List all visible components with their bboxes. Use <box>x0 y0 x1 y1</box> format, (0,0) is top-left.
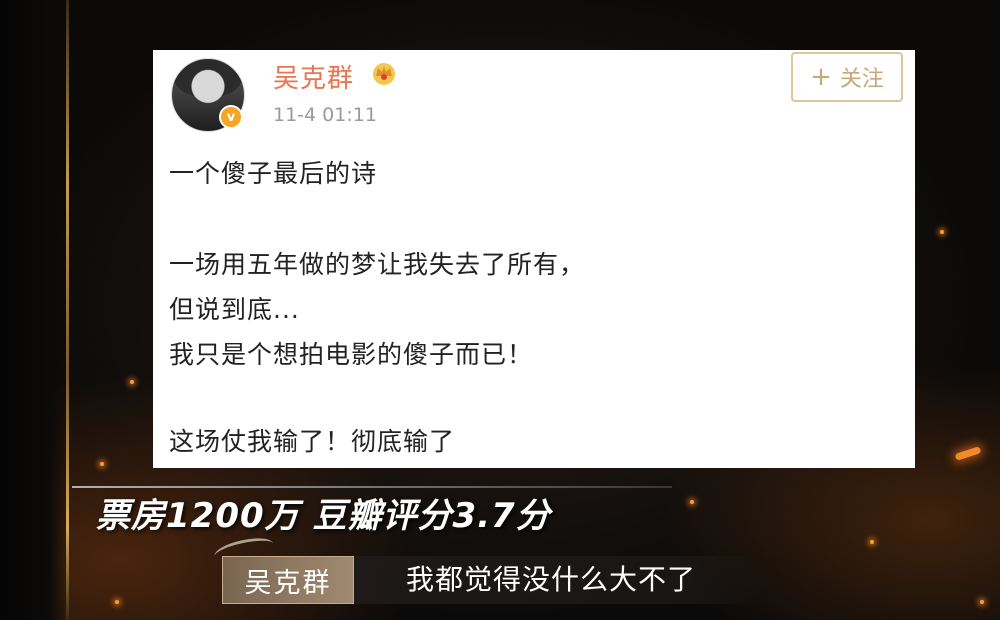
spark <box>100 462 104 466</box>
spark <box>870 540 874 544</box>
username[interactable]: 吴克群 <box>273 58 354 95</box>
post-timestamp: 11-4 01:11 <box>273 104 377 126</box>
left-dark-border <box>0 0 70 620</box>
plus-icon: + <box>810 62 832 92</box>
spark <box>940 230 944 234</box>
post-text-line: 但说到底... <box>169 295 300 324</box>
follow-button[interactable]: + 关注 <box>791 52 903 102</box>
speaker-name-tag: 吴克群 <box>222 556 354 604</box>
spark <box>690 500 694 504</box>
caption-headline: 票房1200万 豆瓣评分3.7分 <box>96 496 551 536</box>
post-text-line: 一个傻子最后的诗 <box>169 159 378 188</box>
weibo-post-card: v 吴克群 11-4 01:11 + 关注 一个傻子最后的诗 一场用五年做的梦让… <box>153 50 915 468</box>
spark <box>115 600 119 604</box>
post-text-line: 一场用五年做的梦让我失去了所有， <box>169 250 586 279</box>
follow-button-label: 关注 <box>839 67 884 92</box>
post-text-line: 这场仗我输了！彻底输了 <box>169 427 456 456</box>
post-text-line: 我只是个想拍电影的傻子而已！ <box>169 340 534 369</box>
crown-icon <box>373 63 395 85</box>
spark <box>980 600 984 604</box>
subtitle-text: 我都觉得没什么大不了 <box>406 563 697 596</box>
verified-badge-icon: v <box>219 105 243 129</box>
gold-rail-decoration <box>66 0 69 620</box>
spark <box>130 380 134 384</box>
